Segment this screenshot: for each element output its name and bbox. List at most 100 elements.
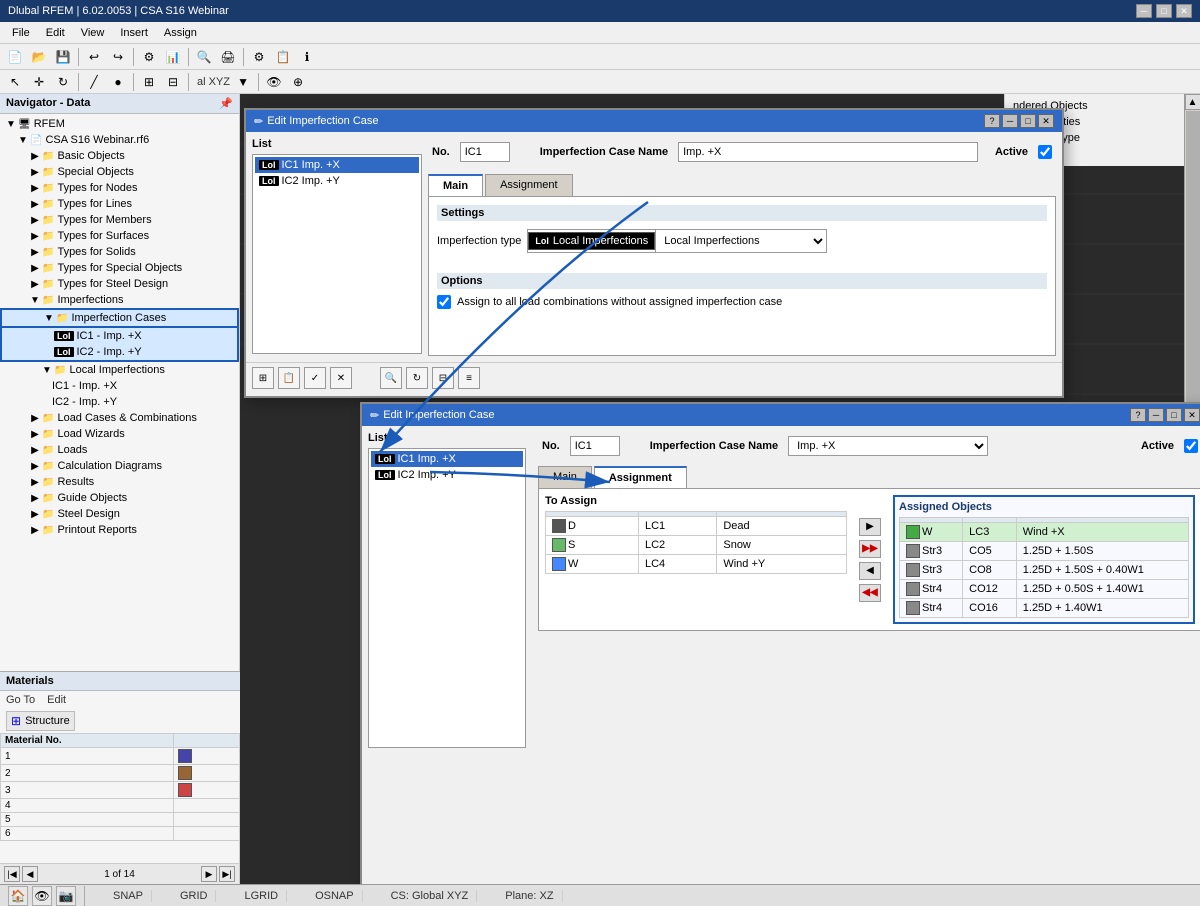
node-btn[interactable]: ● [107, 71, 129, 93]
layers-btn[interactable]: ⊕ [287, 71, 309, 93]
nav-local-imperf[interactable]: ▼ 📁 Local Imperfections [0, 362, 239, 378]
menu-file[interactable]: File [4, 25, 38, 41]
nav-types-solids[interactable]: ▶ 📁 Types for Solids [0, 244, 239, 260]
maximize-btn[interactable]: □ [1156, 4, 1172, 18]
nav-ic1[interactable]: LoI IC1 - Imp. +X [0, 328, 239, 344]
nav-pin-icon[interactable]: 📌 [219, 97, 233, 110]
nav-toggle-file[interactable]: ▼ [16, 135, 30, 146]
name-input[interactable] [678, 142, 978, 162]
undo-btn[interactable]: ↩ [83, 46, 105, 68]
nav-results[interactable]: ▶ 📁 Results [0, 474, 239, 490]
active-checkbox[interactable] [1038, 145, 1052, 159]
list-item-ic2[interactable]: LoI IC2 Imp. +Y [255, 173, 419, 189]
dialog1-min-btn[interactable]: ─ [1002, 114, 1018, 128]
select-btn[interactable]: ↖ [4, 71, 26, 93]
nav-rfem[interactable]: ▼ 🖥 RFEM [0, 116, 239, 132]
dialog2-help-btn[interactable]: ? [1130, 408, 1146, 422]
redo-btn[interactable]: ↪ [107, 46, 129, 68]
d1-refresh-btn[interactable]: ↻ [406, 367, 428, 389]
d2-name-select[interactable]: Imp. +X [788, 436, 988, 456]
ao-row-co16[interactable]: Str4 CO16 1.25D + 1.40W1 [900, 599, 1189, 618]
nav-toggle-local[interactable]: ▼ [40, 365, 54, 376]
ao-row-lc3[interactable]: W LC3 Wind +X [900, 523, 1189, 542]
d1-search-btn[interactable]: 🔍 [380, 367, 402, 389]
bottom-cam-btn[interactable]: 📷 [56, 886, 76, 906]
dialog1-max-btn[interactable]: □ [1020, 114, 1036, 128]
rotate-btn[interactable]: ↻ [52, 71, 74, 93]
ao-row-co12[interactable]: Str4 CO12 1.25D + 0.50S + 1.40W1 [900, 580, 1189, 599]
ao-row-co8[interactable]: Str3 CO8 1.25D + 1.50S + 0.40W1 [900, 561, 1189, 580]
d2-list-item-ic1[interactable]: LoI IC1 Imp. +X [371, 451, 523, 467]
nav-loads[interactable]: ▶ 📁 Loads [0, 442, 239, 458]
nav-toggle-lw[interactable]: ▶ [28, 429, 42, 440]
view-btn[interactable]: ▼ [232, 71, 254, 93]
menu-view[interactable]: View [73, 25, 113, 41]
new-btn[interactable]: 📄 [4, 46, 26, 68]
nav-types-lines[interactable]: ▶ 📁 Types for Lines [0, 196, 239, 212]
prop-btn[interactable]: 📋 [272, 46, 294, 68]
imperf-type-select-d1[interactable]: Local Imperfections [655, 230, 826, 252]
dialog2-titlebar[interactable]: ✏ Edit Imperfection Case ? ─ □ ✕ [362, 404, 1200, 426]
nav-local-ic1[interactable]: IC1 - Imp. +X [0, 378, 239, 394]
nav-toggle-results[interactable]: ▶ [28, 477, 42, 488]
dialog1-titlebar[interactable]: ✏ Edit Imperfection Case ? ─ □ ✕ [246, 110, 1062, 132]
close-btn[interactable]: ✕ [1176, 4, 1192, 18]
d1-filter-btn[interactable]: ⊟ [432, 367, 454, 389]
tab-assignment-d1[interactable]: Assignment [485, 174, 572, 196]
ta-row-lc2[interactable]: S LC2 Snow [546, 536, 847, 555]
scroll-up-btn[interactable]: ▲ [1185, 94, 1200, 110]
nav-toggle-sd[interactable]: ▶ [28, 509, 42, 520]
dialog2-min-btn[interactable]: ─ [1148, 408, 1164, 422]
menu-insert[interactable]: Insert [112, 25, 156, 41]
assign-all-left-btn[interactable]: ◀◀ [859, 584, 881, 602]
nav-calc-diagrams[interactable]: ▶ 📁 Calculation Diagrams [0, 458, 239, 474]
nav-types-nodes[interactable]: ▶ 📁 Types for Nodes [0, 180, 239, 196]
nav-toggle-guide[interactable]: ▶ [28, 493, 42, 504]
edit-label[interactable]: Edit [47, 694, 66, 706]
nav-imperfection-cases[interactable]: ▼ 📁 Imperfection Cases [0, 308, 239, 328]
nav-file[interactable]: ▼ 📄 CSA S16 Webinar.rf6 [0, 132, 239, 148]
grid-btn[interactable]: ⊟ [162, 71, 184, 93]
nav-toggle-ic[interactable]: ▼ [42, 313, 56, 324]
line-btn[interactable]: ╱ [83, 71, 105, 93]
nav-toggle-surfaces[interactable]: ▶ [28, 231, 42, 242]
d1-copy-btn[interactable]: ⊞ [252, 367, 274, 389]
nav-toggle-basic[interactable]: ▶ [28, 151, 42, 162]
nav-basic-objects[interactable]: ▶ 📁 Basic Objects [0, 148, 239, 164]
calc-btn[interactable]: ⚙ [138, 46, 160, 68]
nav-printout[interactable]: ▶ 📁 Printout Reports [0, 522, 239, 538]
nav-toggle-loads[interactable]: ▶ [28, 445, 42, 456]
nav-toggle-pr[interactable]: ▶ [28, 525, 42, 536]
nav-load-wizards[interactable]: ▶ 📁 Load Wizards [0, 426, 239, 442]
mat-row-6[interactable]: 6 [1, 827, 240, 841]
print-btn[interactable]: 🖨 [217, 46, 239, 68]
nav-types-members[interactable]: ▶ 📁 Types for Members [0, 212, 239, 228]
mat-row-3[interactable]: 3 [1, 782, 240, 799]
assign-all-checkbox[interactable] [437, 295, 451, 309]
assign-left-btn[interactable]: ◀ [859, 562, 881, 580]
minimize-btn[interactable]: ─ [1136, 4, 1152, 18]
nav-toggle-special-obj[interactable]: ▶ [28, 263, 42, 274]
mat-row-5[interactable]: 5 [1, 813, 240, 827]
mat-row-1[interactable]: 1 [1, 748, 240, 765]
nav-types-surfaces[interactable]: ▶ 📁 Types for Surfaces [0, 228, 239, 244]
ao-row-co5[interactable]: Str3 CO5 1.25D + 1.50S [900, 542, 1189, 561]
snap-btn[interactable]: ⊞ [138, 71, 160, 93]
d1-check-btn[interactable]: ✓ [304, 367, 326, 389]
goto-label[interactable]: Go To [6, 694, 35, 706]
assign-right-btn[interactable]: ▶ [859, 518, 881, 536]
structure-button[interactable]: ⊞ Structure [6, 711, 75, 731]
results-btn[interactable]: 📊 [162, 46, 184, 68]
zoom-btn[interactable]: 🔍 [193, 46, 215, 68]
mat-row-2[interactable]: 2 [1, 765, 240, 782]
menu-edit[interactable]: Edit [38, 25, 73, 41]
d1-sort-btn[interactable]: ≡ [458, 367, 480, 389]
menu-assign[interactable]: Assign [156, 25, 205, 41]
nav-toggle-solids[interactable]: ▶ [28, 247, 42, 258]
nav-local-ic2[interactable]: IC2 - Imp. +Y [0, 394, 239, 410]
nav-toggle-members[interactable]: ▶ [28, 215, 42, 226]
d1-paste-btn[interactable]: 📋 [278, 367, 300, 389]
nav-toggle-cd[interactable]: ▶ [28, 461, 42, 472]
nav-toggle-nodes[interactable]: ▶ [28, 183, 42, 194]
nav-types-special-objects[interactable]: ▶ 📁 Types for Special Objects [0, 260, 239, 276]
